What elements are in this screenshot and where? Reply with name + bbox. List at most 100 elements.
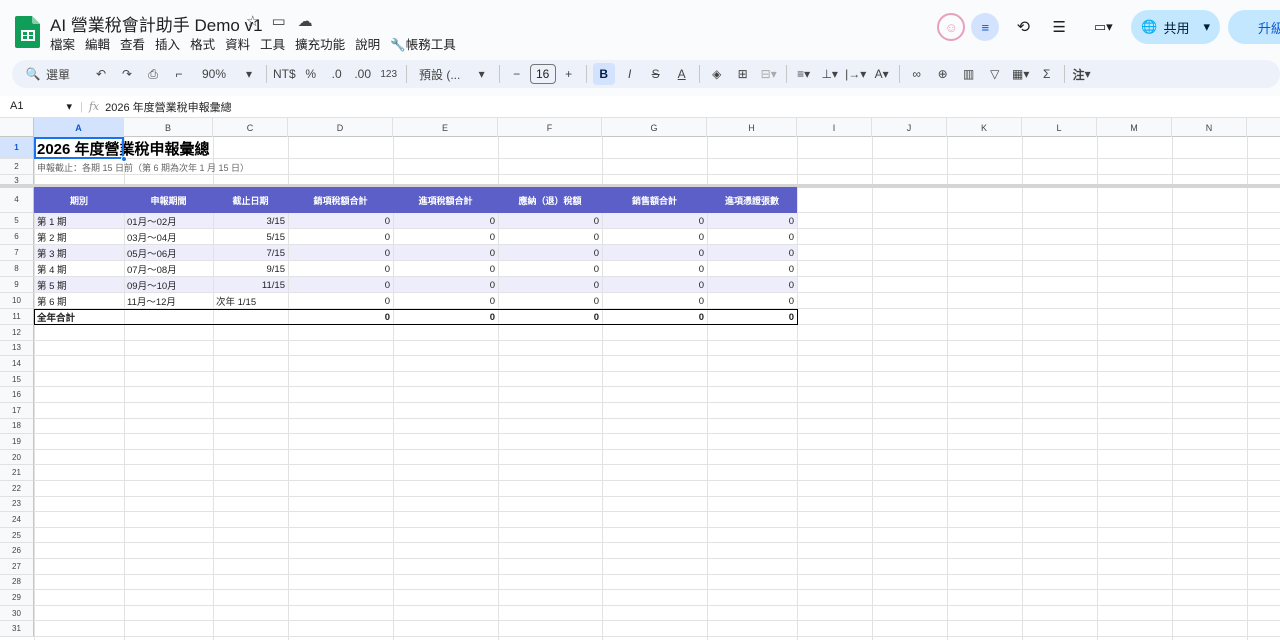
- row-header-22[interactable]: 22: [0, 481, 34, 497]
- table-cell[interactable]: 07月～08月: [124, 261, 213, 277]
- borders-icon[interactable]: ⊞: [732, 63, 754, 85]
- table-cell[interactable]: 0: [393, 229, 498, 245]
- bold-button[interactable]: B: [592, 63, 615, 85]
- total-cell[interactable]: 全年合計: [34, 309, 124, 325]
- row-header-9[interactable]: 9: [0, 277, 34, 293]
- row-header-2[interactable]: 2: [0, 159, 34, 175]
- currency-format-button[interactable]: NT$: [273, 63, 296, 85]
- table-cell[interactable]: 03月～04月: [124, 229, 213, 245]
- row-header-20[interactable]: 20: [0, 449, 34, 466]
- row-header-5[interactable]: 5: [0, 213, 34, 229]
- print-icon[interactable]: ⎙: [142, 63, 164, 85]
- strikethrough-button[interactable]: S: [645, 63, 667, 85]
- column-header-c[interactable]: C: [213, 118, 288, 137]
- filter-views-icon[interactable]: ▦▾: [1010, 63, 1032, 85]
- table-cell[interactable]: 第 6 期: [34, 293, 124, 309]
- table-cell[interactable]: 0: [288, 245, 393, 261]
- table-cell[interactable]: 0: [288, 293, 393, 309]
- upgrade-button[interactable]: 升級: [1228, 10, 1280, 44]
- table-cell[interactable]: 0: [393, 293, 498, 309]
- column-header-a[interactable]: A: [34, 118, 124, 137]
- row-header-17[interactable]: 17: [0, 403, 34, 419]
- table-cell[interactable]: 0: [707, 229, 797, 245]
- row-header-7[interactable]: 7: [0, 245, 34, 261]
- column-header-d[interactable]: D: [288, 118, 393, 137]
- table-cell[interactable]: 0: [707, 213, 797, 229]
- table-cell[interactable]: 0: [288, 213, 393, 229]
- row-header-11[interactable]: 11: [0, 309, 34, 325]
- table-cell[interactable]: 第 4 期: [34, 261, 124, 277]
- menu-view[interactable]: 查看: [120, 34, 145, 53]
- gemini-icon[interactable]: ≡: [971, 13, 1000, 41]
- zoom-select[interactable]: 90%: [194, 63, 234, 85]
- total-cell[interactable]: [124, 309, 213, 325]
- horizontal-align-icon[interactable]: ≡▾: [793, 63, 815, 85]
- column-header-i[interactable]: I: [797, 118, 872, 137]
- table-cell[interactable]: 0: [602, 229, 707, 245]
- cloud-status-icon[interactable]: ☁: [298, 12, 313, 30]
- table-cell[interactable]: 11月～12月: [124, 293, 213, 309]
- table-cell[interactable]: 0: [498, 245, 602, 261]
- search-menus-icon[interactable]: 🔍: [22, 63, 44, 85]
- column-header-j[interactable]: J: [872, 118, 947, 137]
- table-cell[interactable]: 0: [393, 277, 498, 293]
- table-cell[interactable]: 5/15: [213, 229, 288, 245]
- star-icon[interactable]: ☆: [246, 12, 259, 30]
- menu-file[interactable]: 檔案: [50, 34, 75, 53]
- table-cell[interactable]: 7/15: [213, 245, 288, 261]
- table-cell[interactable]: 0: [707, 293, 797, 309]
- share-dropdown-icon[interactable]: ▾: [1203, 19, 1210, 35]
- fill-color-icon[interactable]: ◈: [706, 63, 728, 85]
- row-header-1[interactable]: 1: [0, 137, 34, 159]
- table-cell[interactable]: 09月～10月: [124, 277, 213, 293]
- column-header-g[interactable]: G: [602, 118, 707, 137]
- row-header-28[interactable]: 28: [0, 574, 34, 591]
- table-cell[interactable]: 0: [498, 213, 602, 229]
- filter-icon[interactable]: ▽: [984, 63, 1006, 85]
- row-header-16[interactable]: 16: [0, 387, 34, 403]
- insert-chart-icon[interactable]: ▥: [958, 63, 980, 85]
- table-cell[interactable]: 0: [498, 293, 602, 309]
- table-cell[interactable]: 0: [288, 229, 393, 245]
- column-header-l[interactable]: L: [1022, 118, 1097, 137]
- column-header-b[interactable]: B: [124, 118, 213, 137]
- table-cell[interactable]: 0: [288, 277, 393, 293]
- row-header-15[interactable]: 15: [0, 371, 34, 388]
- text-rotation-icon[interactable]: A▾: [871, 63, 893, 85]
- menu-insert[interactable]: 插入: [155, 34, 180, 53]
- menu-edit[interactable]: 編輯: [85, 34, 110, 53]
- font-select[interactable]: 預設 (...: [413, 63, 467, 85]
- column-header-m[interactable]: M: [1097, 118, 1172, 137]
- row-header-27[interactable]: 27: [0, 559, 34, 575]
- decrease-decimal-button[interactable]: .0: [326, 63, 348, 85]
- redo-icon[interactable]: ↷: [116, 63, 138, 85]
- table-cell[interactable]: 0: [288, 261, 393, 277]
- selected-cell-a1[interactable]: [34, 137, 124, 159]
- menu-tools[interactable]: 工具: [260, 34, 285, 53]
- table-cell[interactable]: 第 5 期: [34, 277, 124, 293]
- font-size-increase-button[interactable]: +: [558, 63, 580, 85]
- font-size-input[interactable]: 16: [529, 64, 556, 84]
- comments-icon[interactable]: ☰: [1045, 13, 1073, 41]
- table-cell[interactable]: 9/15: [213, 261, 288, 277]
- column-header-h[interactable]: H: [707, 118, 797, 137]
- row-header-14[interactable]: 14: [0, 356, 34, 372]
- column-header-f[interactable]: F: [498, 118, 602, 137]
- row-header-19[interactable]: 19: [0, 434, 34, 450]
- collaborator-avatar[interactable]: ☺: [937, 13, 966, 41]
- menu-accounting-tools[interactable]: 🔧帳務工具: [390, 34, 456, 53]
- history-icon[interactable]: ⟲: [1009, 13, 1037, 41]
- undo-icon[interactable]: ↶: [90, 63, 112, 85]
- table-cell[interactable]: 0: [498, 261, 602, 277]
- total-cell[interactable]: 0: [602, 309, 707, 325]
- table-cell[interactable]: 0: [498, 277, 602, 293]
- total-cell[interactable]: 0: [707, 309, 797, 325]
- text-wrap-icon[interactable]: |→▾: [845, 63, 867, 85]
- table-cell[interactable]: 0: [707, 261, 797, 277]
- total-cell[interactable]: 0: [498, 309, 602, 325]
- sheets-logo-icon[interactable]: [14, 14, 42, 50]
- text-color-button[interactable]: A: [671, 63, 693, 85]
- table-cell[interactable]: 01月～02月: [124, 213, 213, 229]
- total-cell[interactable]: 0: [393, 309, 498, 325]
- table-cell[interactable]: 0: [602, 261, 707, 277]
